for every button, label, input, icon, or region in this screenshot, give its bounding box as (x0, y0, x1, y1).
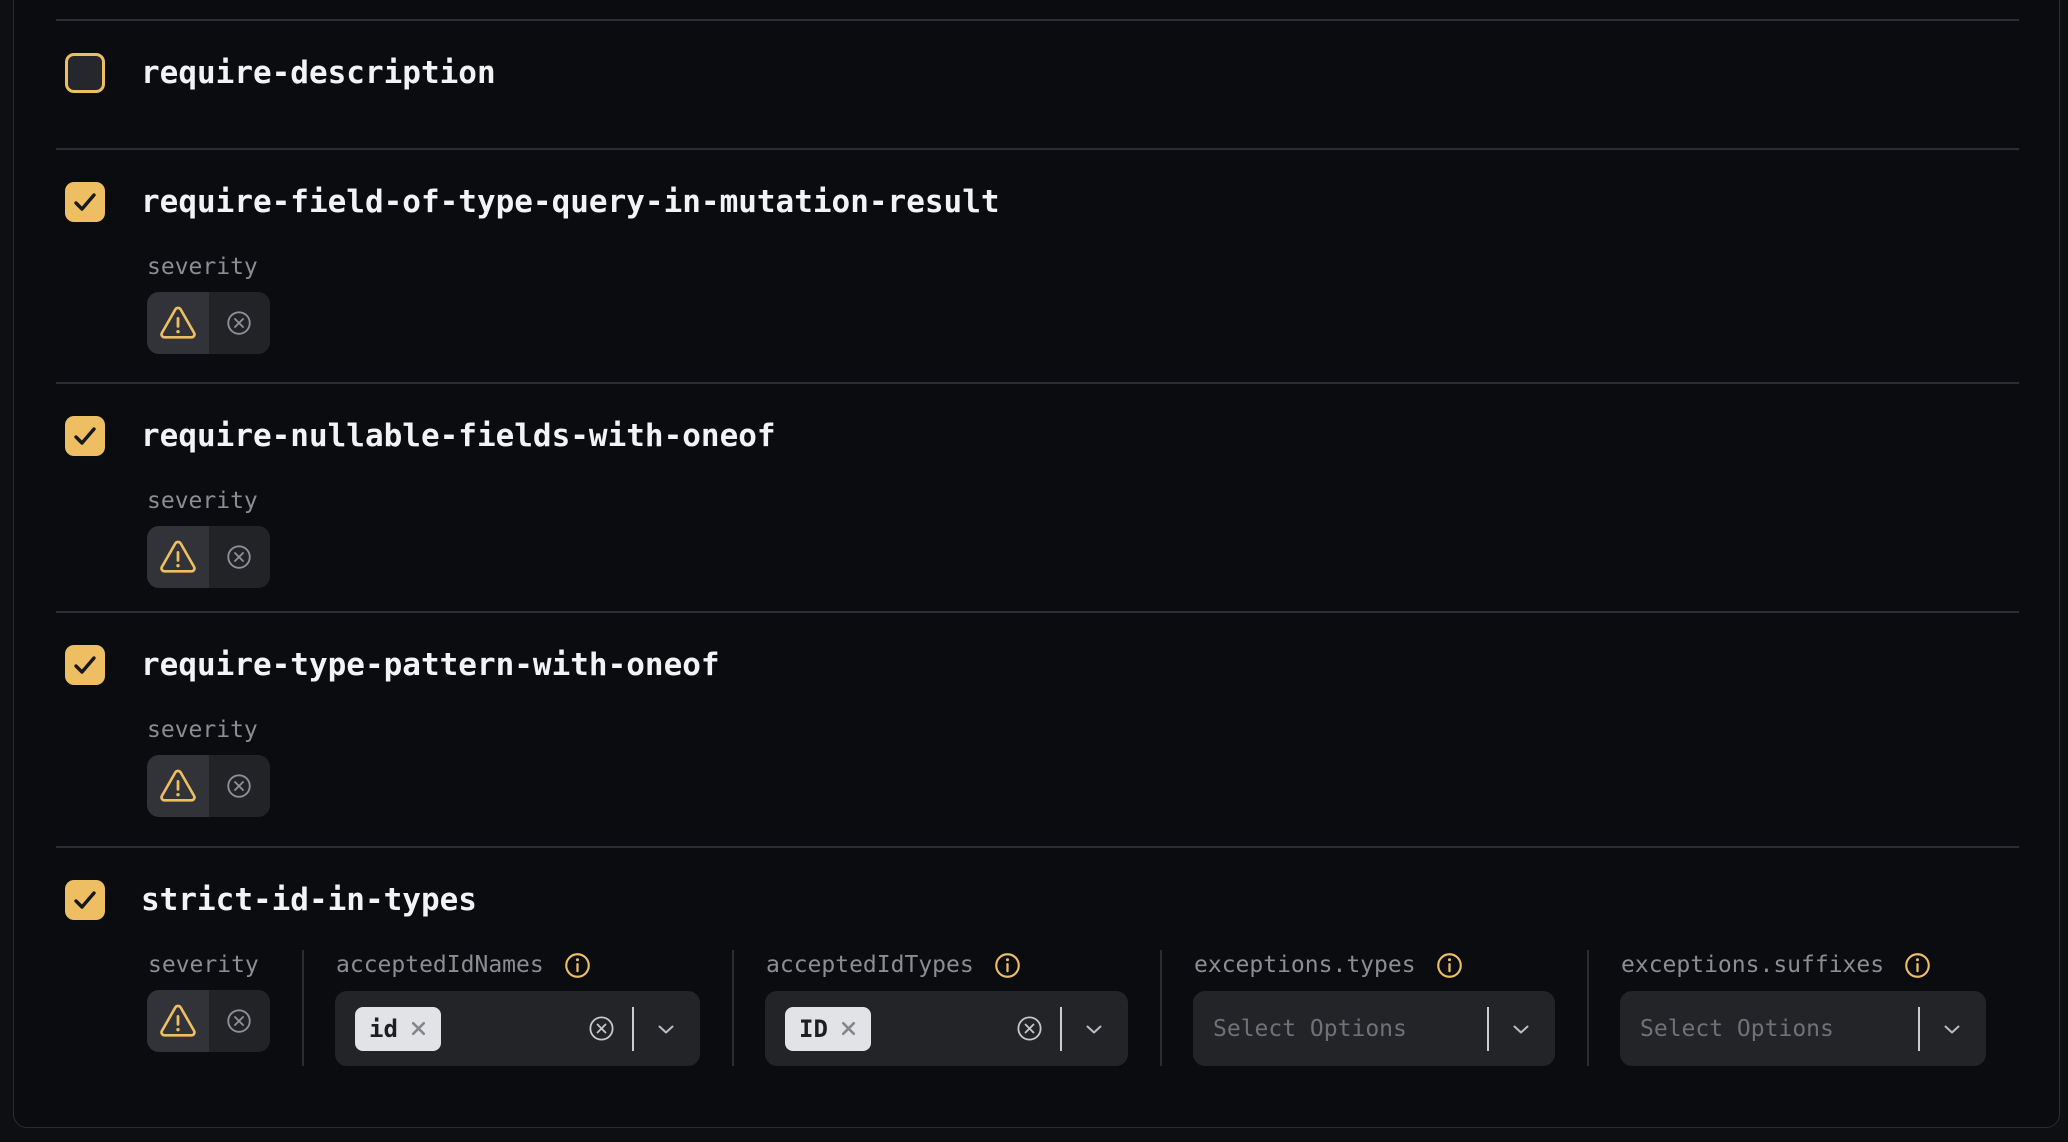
rule-checkbox-checked[interactable] (65, 416, 105, 456)
warning-triangle-icon (159, 540, 197, 574)
severity-warning-button[interactable] (147, 755, 209, 817)
select-separator (1060, 1007, 1062, 1051)
selected-option-chip: id (355, 1007, 441, 1051)
field-divider (732, 950, 734, 1066)
chip-label: ID (799, 1015, 828, 1043)
select-separator (1918, 1007, 1920, 1051)
field-divider (1160, 950, 1162, 1066)
severity-label: severity (148, 952, 259, 978)
chip-remove-icon[interactable] (410, 1020, 427, 1037)
rule-row-require-type-pattern-with-oneof: require-type-pattern-with-oneof severity (56, 611, 2019, 846)
selected-option-chip: ID (785, 1007, 871, 1051)
severity-toggle (147, 990, 270, 1052)
rules-panel: require-description require-field-of-typ… (13, 0, 2060, 1128)
rule-row-strict-id-in-types: strict-id-in-types severity (56, 846, 2019, 1128)
rule-header: require-description (65, 53, 2019, 93)
severity-label: severity (147, 488, 258, 514)
rule-config: severity (147, 715, 2019, 817)
exceptions-types-field: exceptions.types Select Options (1193, 950, 1555, 1066)
field-label: exceptions.suffixes (1621, 952, 1884, 978)
checkmark-icon (72, 652, 98, 678)
rule-header: require-type-pattern-with-oneof (65, 645, 2019, 685)
severity-off-button[interactable] (209, 990, 271, 1052)
exceptions-types-multiselect[interactable]: Select Options (1193, 991, 1555, 1066)
severity-label: severity (147, 254, 258, 280)
chevron-down-icon[interactable] (654, 1017, 678, 1041)
select-separator (632, 1007, 634, 1051)
rule-name: require-field-of-type-query-in-mutation-… (141, 184, 1000, 220)
severity-toggle (147, 292, 270, 354)
severity-toggle (147, 526, 270, 588)
rule-name: require-description (141, 55, 496, 91)
warning-triangle-icon (159, 769, 197, 803)
acceptedIdTypes-field: acceptedIdTypes ID (765, 950, 1128, 1066)
field-divider (302, 950, 304, 1066)
select-placeholder: Select Options (1640, 1016, 1834, 1042)
severity-warning-button[interactable] (147, 990, 209, 1052)
chevron-down-icon[interactable] (1940, 1017, 1964, 1041)
severity-toggle (147, 755, 270, 817)
field-label: acceptedIdTypes (766, 952, 974, 978)
rule-config: severity (147, 486, 2019, 588)
severity-field: severity (147, 950, 270, 1066)
severity-off-button[interactable] (209, 755, 271, 817)
info-icon[interactable] (564, 952, 591, 979)
field-divider (1587, 950, 1589, 1066)
info-icon[interactable] (1436, 952, 1463, 979)
field-label: acceptedIdNames (336, 952, 544, 978)
chip-remove-icon[interactable] (840, 1020, 857, 1037)
clear-selection-icon[interactable] (1015, 1014, 1044, 1043)
severity-warning-button[interactable] (147, 526, 209, 588)
severity-label: severity (147, 717, 258, 743)
rule-options-row: severity (147, 950, 2019, 1066)
circle-x-icon (224, 1006, 254, 1036)
severity-off-button[interactable] (209, 526, 271, 588)
rule-checkbox-checked[interactable] (65, 880, 105, 920)
warning-triangle-icon (159, 306, 197, 340)
info-icon[interactable] (994, 952, 1021, 979)
chevron-down-icon[interactable] (1082, 1017, 1106, 1041)
checkmark-icon (72, 189, 98, 215)
exceptions-suffixes-multiselect[interactable]: Select Options (1620, 991, 1986, 1066)
rule-checkbox-checked[interactable] (65, 645, 105, 685)
rule-row-require-description: require-description (56, 19, 2019, 148)
rule-config: severity (147, 252, 2019, 354)
circle-x-icon (224, 771, 254, 801)
rule-header: strict-id-in-types (65, 880, 2019, 920)
checkmark-icon (72, 887, 98, 913)
rule-config: severity (147, 950, 2019, 1066)
rule-checkbox-checked[interactable] (65, 182, 105, 222)
field-label: exceptions.types (1194, 952, 1416, 978)
chevron-down-icon[interactable] (1509, 1017, 1533, 1041)
rule-name: require-type-pattern-with-oneof (141, 647, 720, 683)
rules-list: require-description require-field-of-typ… (14, 19, 2059, 1128)
severity-warning-button[interactable] (147, 292, 209, 354)
rule-checkbox-unchecked[interactable] (65, 53, 105, 93)
rule-header: require-nullable-fields-with-oneof (65, 416, 2019, 456)
circle-x-icon (224, 542, 254, 572)
rule-header: require-field-of-type-query-in-mutation-… (65, 182, 2019, 222)
rule-name: require-nullable-fields-with-oneof (141, 418, 776, 454)
exceptions-suffixes-field: exceptions.suffixes Select Options (1620, 950, 1986, 1066)
rule-row-require-nullable-fields-with-oneof: require-nullable-fields-with-oneof sever… (56, 382, 2019, 611)
clear-selection-icon[interactable] (587, 1014, 616, 1043)
acceptedIdTypes-multiselect[interactable]: ID (765, 991, 1128, 1066)
chip-label: id (369, 1015, 398, 1043)
circle-x-icon (224, 308, 254, 338)
severity-off-button[interactable] (209, 292, 271, 354)
acceptedIdNames-multiselect[interactable]: id (335, 991, 700, 1066)
info-icon[interactable] (1904, 952, 1931, 979)
checkmark-icon (72, 423, 98, 449)
select-placeholder: Select Options (1213, 1016, 1407, 1042)
select-separator (1487, 1007, 1489, 1051)
rule-row-require-field-of-type-query-in-mutation-result: require-field-of-type-query-in-mutation-… (56, 148, 2019, 382)
warning-triangle-icon (159, 1004, 197, 1038)
acceptedIdNames-field: acceptedIdNames id (335, 950, 700, 1066)
rule-name: strict-id-in-types (141, 882, 477, 918)
